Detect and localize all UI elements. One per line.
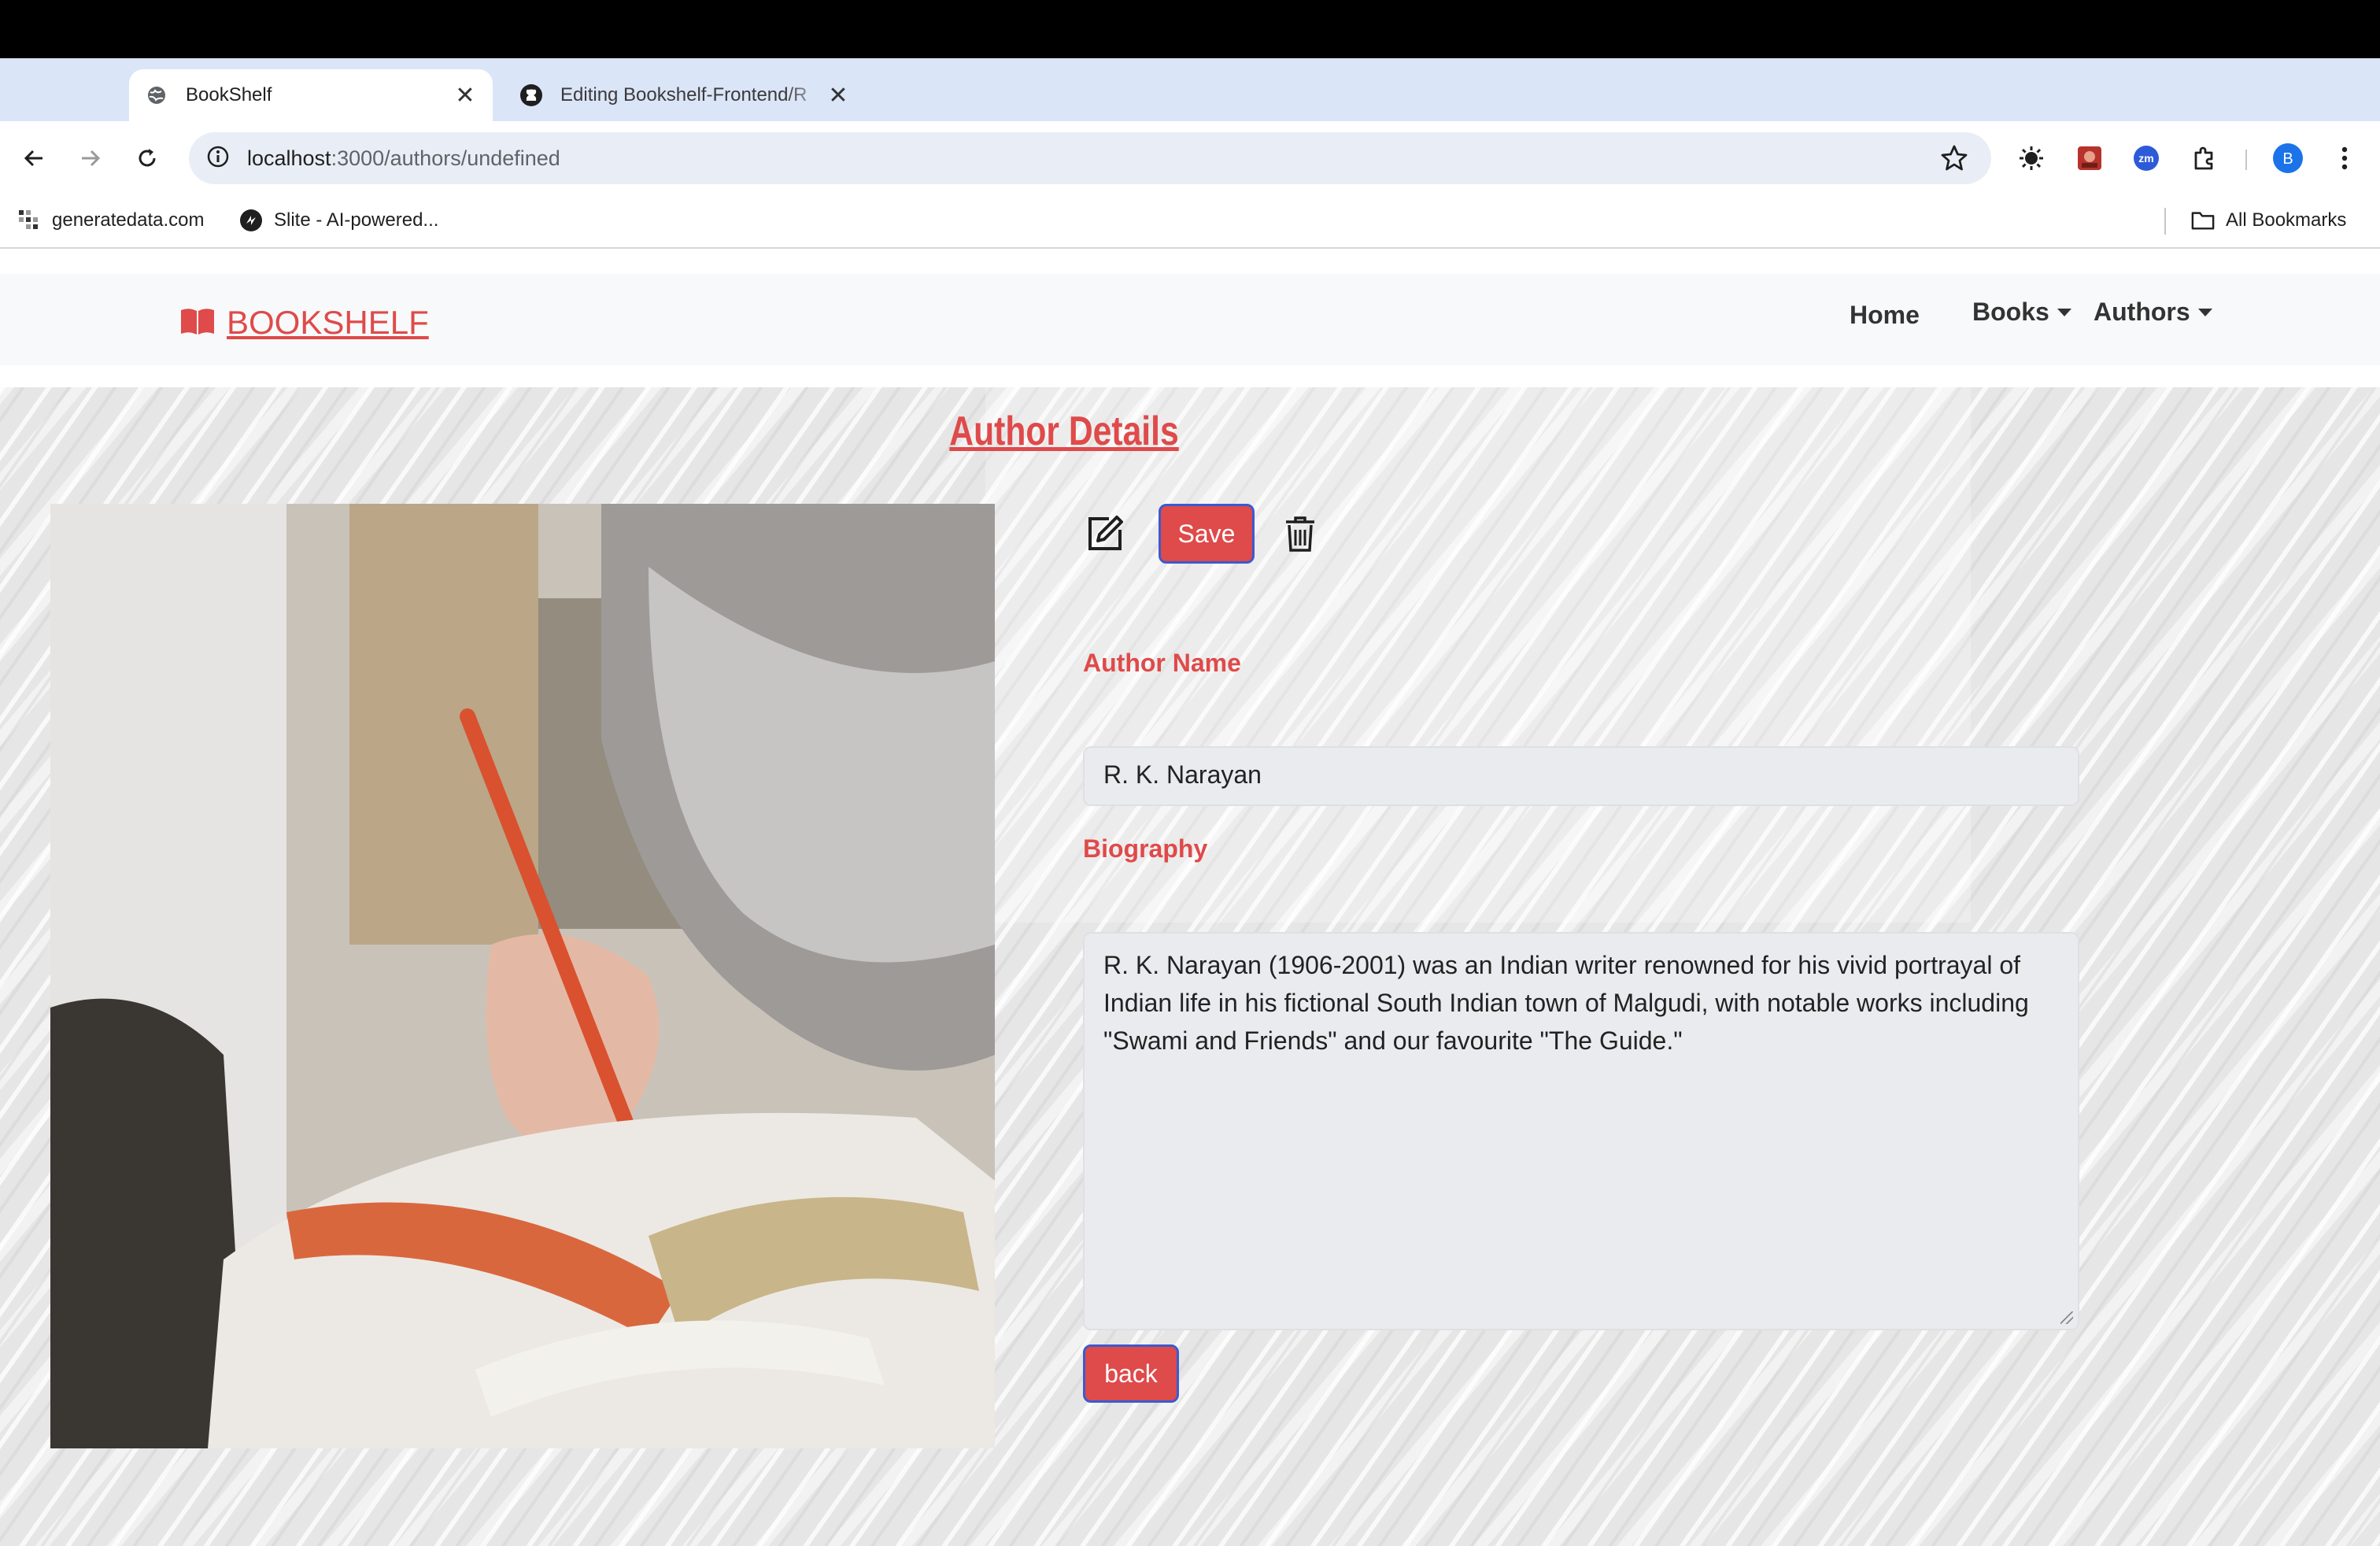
edit-icon[interactable] [1083,512,1127,556]
generatedata-icon [17,209,41,232]
profile-initial: B [2282,150,2293,168]
slite-icon [239,209,263,232]
all-bookmarks[interactable]: All Bookmarks [2191,206,2346,235]
author-name-input[interactable] [1083,746,2079,806]
url-text: localhost:3000/authors/undefined [247,146,560,171]
bookmarks-bar: generatedata.com Slite - AI-powered... A… [0,195,2380,249]
tab-bookshelf[interactable]: BookShelf ✕ [129,69,493,121]
brand-link[interactable]: BOOKSHELF [179,304,429,342]
zoom-extension-label: zm [2138,152,2153,165]
tab-github-editing[interactable]: Editing Bookshelf-Frontend/R ✕ [504,69,866,121]
caret-down-icon [2057,308,2071,316]
bookmark-generatedata[interactable]: generatedata.com [17,206,204,235]
toolbar-separator [2245,150,2247,170]
sun-extension-icon[interactable] [2012,139,2051,178]
trash-icon[interactable] [1278,512,1322,556]
picture-extension-icon[interactable] [2070,139,2109,178]
globe-icon [145,83,168,107]
resize-handle-icon[interactable] [2060,1311,2073,1324]
nav-authors-dropdown[interactable]: Authors [2094,298,2212,327]
site-info-icon[interactable] [206,145,230,172]
close-tab-icon[interactable]: ✕ [453,82,477,109]
back-button[interactable]: back [1083,1344,1179,1403]
nav-authors-label: Authors [2094,298,2190,326]
save-button[interactable]: Save [1159,504,1255,564]
github-icon [519,83,543,107]
kebab-menu-icon[interactable] [2325,139,2364,178]
browser-toolbar: localhost:3000/authors/undefined zm B [0,121,2380,195]
nav-books-label: Books [1972,298,2049,326]
back-arrow-icon[interactable] [14,139,54,178]
site-navbar: BOOKSHELF Home Books Authors [0,274,2380,365]
url-host: localhost [247,146,331,170]
close-tab-icon[interactable]: ✕ [826,82,850,109]
zoom-extension-icon[interactable]: zm [2127,139,2166,178]
bookmark-label: generatedata.com [52,209,205,231]
bookmarks-separator [2164,208,2166,235]
brand-text: BOOKSHELF [227,304,429,341]
bookmark-star-icon[interactable] [1939,143,1969,177]
author-photo [50,504,995,1448]
open-book-icon [179,305,216,341]
tab-title: BookShelf [186,84,272,105]
caret-down-icon [2197,308,2212,316]
biography-text: R. K. Narayan (1906-2001) was an Indian … [1103,951,2029,1055]
url-path: :3000/authors/undefined [331,146,560,170]
profile-avatar[interactable]: B [2268,139,2308,178]
page-title: Author Details [949,409,1179,454]
content-area: Author Details Save Author Name R. K. Na… [0,387,2380,1546]
reload-icon[interactable] [128,139,167,178]
tab-strip: BookShelf ✕ Editing Bookshelf-Frontend/R… [0,58,2380,168]
bookmark-slite[interactable]: Slite - AI-powered... [239,206,438,235]
nav-books-dropdown[interactable]: Books [1972,298,2071,327]
bookmark-label: Slite - AI-powered... [274,209,439,231]
forward-arrow-icon[interactable] [71,139,110,178]
web-page: BOOKSHELF Home Books Authors Author Deta… [0,250,2380,1546]
biography-textarea[interactable]: R. K. Narayan (1906-2001) was an Indian … [1083,932,2079,1330]
biography-label: Biography [1083,834,1208,863]
address-bar[interactable]: localhost:3000/authors/undefined [189,132,1991,184]
folder-icon [2191,209,2215,232]
all-bookmarks-label: All Bookmarks [2226,209,2347,231]
author-name-label: Author Name [1083,649,1241,677]
tab-title: Editing Bookshelf-Frontend/R [560,84,808,105]
author-actions: Save [1083,504,1322,564]
os-top-bar [0,0,2380,58]
extensions-puzzle-icon[interactable] [2185,139,2224,178]
nav-home-link[interactable]: Home [1850,301,1920,330]
